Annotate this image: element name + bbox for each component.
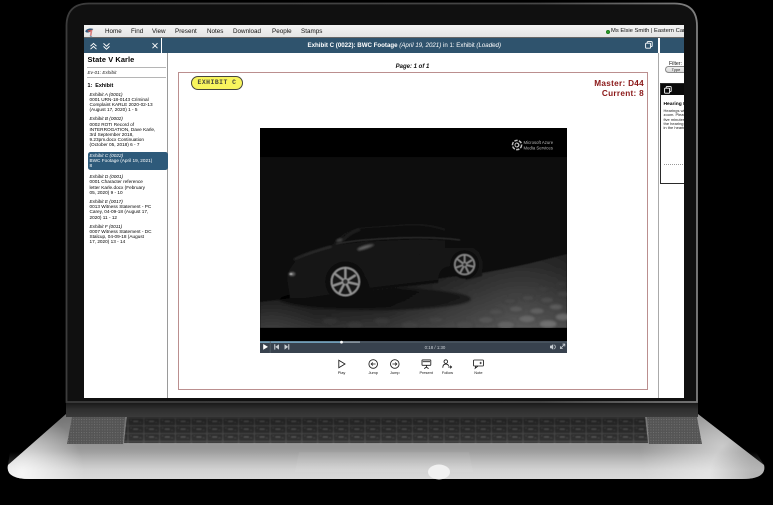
svg-text:Note: Note: [474, 370, 482, 375]
svg-text:Jump: Jump: [368, 370, 378, 375]
svg-text:0:18 / 1:30: 0:18 / 1:30: [425, 345, 446, 350]
svg-text:Play: Play: [338, 370, 346, 375]
svg-text:Present: Present: [419, 370, 433, 375]
svg-text:Jump: Jump: [390, 370, 400, 375]
svg-text:Microsoft Azure: Microsoft Azure: [524, 140, 554, 145]
svg-text:Media Services: Media Services: [524, 145, 553, 150]
svg-text:Follow: Follow: [442, 370, 453, 375]
